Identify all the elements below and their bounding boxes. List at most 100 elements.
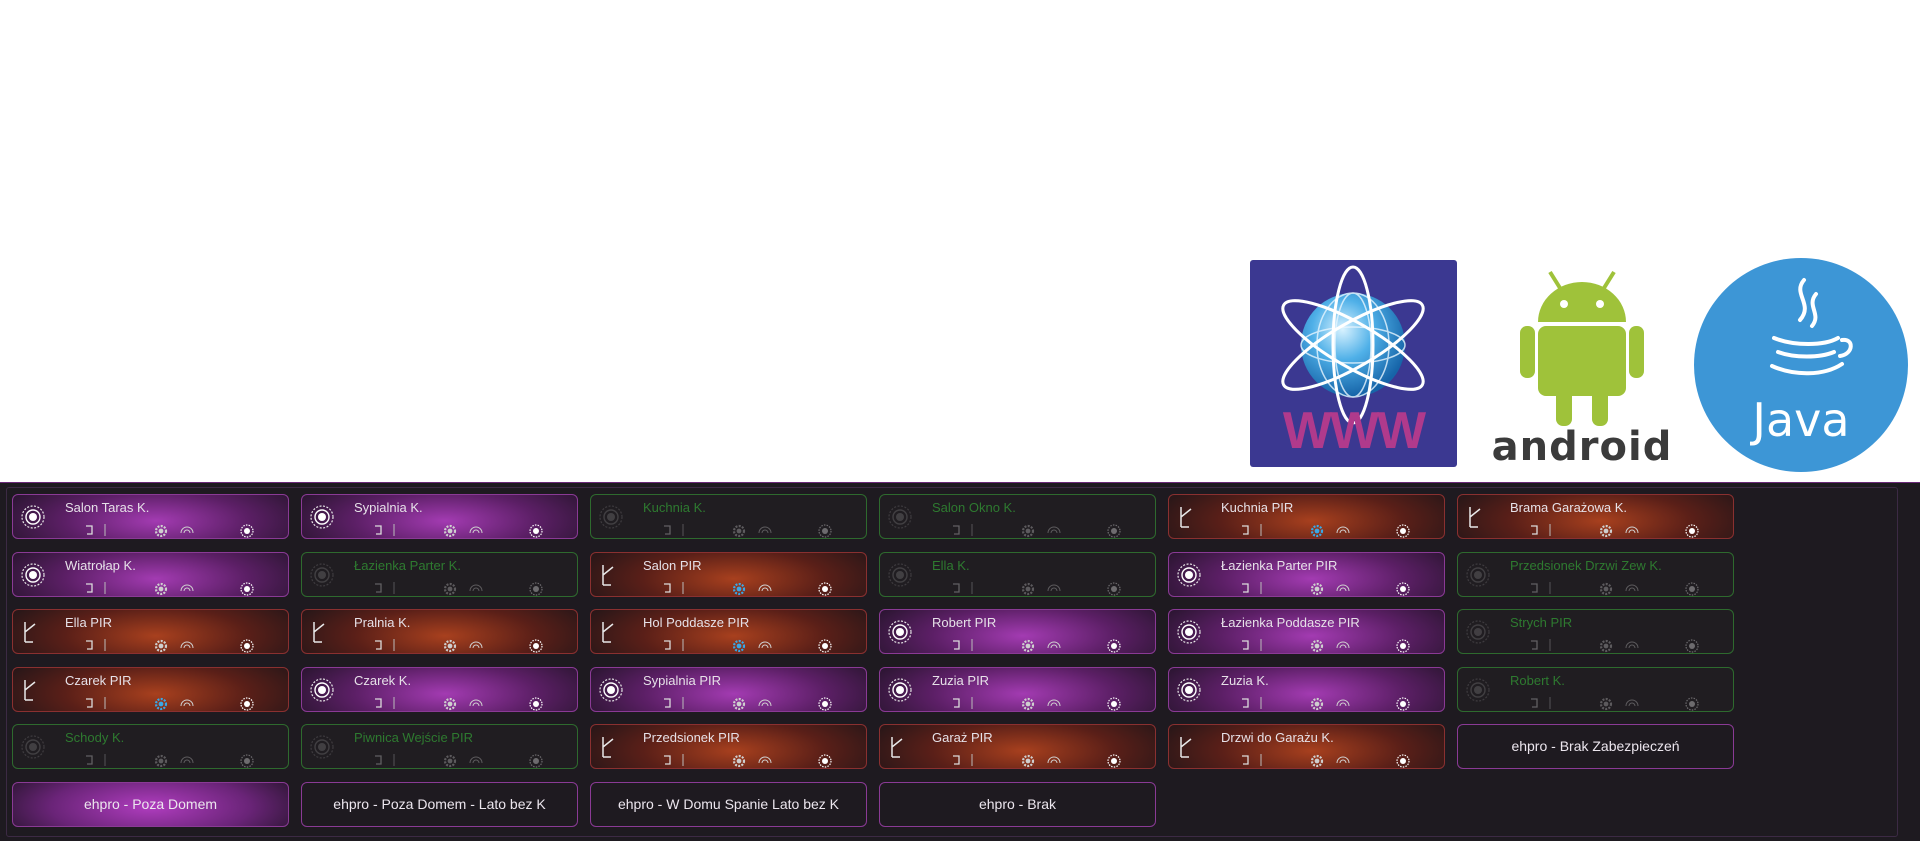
sensor-tile[interactable]: Salon PIR [590,552,867,597]
sensor-controls[interactable] [1528,520,1728,538]
sensor-tile[interactable]: Sypialnia K. [301,494,578,539]
sensor-label: Czarek K. [354,673,412,688]
sensor-controls[interactable] [1528,635,1728,653]
sensor-label: Kuchnia PIR [1221,500,1294,515]
pir-icon [1175,733,1203,761]
sensor-label: Salon Taras K. [65,500,150,515]
sensor-controls[interactable] [950,635,1150,653]
sensor-tile[interactable]: Strych PIR [1457,609,1734,654]
sensor-tile[interactable]: Robert PIR [879,609,1156,654]
sensor-controls[interactable] [1239,578,1439,596]
sensor-label: Łazienka Parter K. [354,558,461,573]
sensor-controls[interactable] [950,693,1150,711]
sensor-label: Czarek PIR [65,673,132,688]
sensor-controls[interactable] [372,635,572,653]
pir-icon [597,618,625,646]
sensor-tile[interactable]: Hol Poddasze PIR [590,609,867,654]
sensor-controls[interactable] [83,520,283,538]
sensor-label: Ella PIR [65,615,112,630]
sensor-label: Łazienka Poddasze PIR [1221,615,1360,630]
sensor-label: Pralnia K. [354,615,411,630]
sensor-tile[interactable]: Drzwi do Garażu K. [1168,724,1445,769]
mode-label: ehpro - Brak Zabezpieczeń [1511,738,1680,754]
sensor-tile[interactable]: Zuzia PIR [879,667,1156,712]
sensor-label: Wiatrołap K. [65,558,136,573]
sensor-tile[interactable]: Czarek PIR [12,667,289,712]
sensor-controls[interactable] [372,693,572,711]
sensor-label: Sypialnia K. [354,500,423,515]
sensor-tile[interactable]: Ella K. [879,552,1156,597]
sensor-controls[interactable] [372,750,572,768]
sensor-controls[interactable] [83,693,283,711]
sensor-round-icon [308,733,336,761]
sensor-tile[interactable]: Kuchnia PIR [1168,494,1445,539]
sensor-controls[interactable] [1239,520,1439,538]
sensor-label: Hol Poddasze PIR [643,615,750,630]
sensor-tile[interactable]: Salon Taras K. [12,494,289,539]
sensor-tile[interactable]: Czarek K. [301,667,578,712]
sensor-controls[interactable] [83,635,283,653]
www-text: WWW [1282,402,1426,460]
sensor-round-icon [1464,618,1492,646]
sensor-round-icon [1464,561,1492,589]
mode-button[interactable]: ehpro - Poza Domem [12,782,289,827]
mode-button[interactable]: ehpro - W Domu Spanie Lato bez K [590,782,867,827]
sensor-tile[interactable]: Piwnica Wejście PIR [301,724,578,769]
sensor-controls[interactable] [950,750,1150,768]
sensor-controls[interactable] [661,578,861,596]
mode-button[interactable]: ehpro - Poza Domem - Lato bez K [301,782,578,827]
sensor-controls[interactable] [950,520,1150,538]
sensor-round-icon [308,561,336,589]
sensor-tile[interactable]: Sypialnia PIR [590,667,867,712]
java-text: Java [1752,393,1850,447]
sensor-round-icon [1464,676,1492,704]
mode-button[interactable]: ehpro - Brak Zabezpieczeń [1457,724,1734,769]
sensor-controls[interactable] [1239,750,1439,768]
sensor-tile[interactable]: Pralnia K. [301,609,578,654]
sensor-tile[interactable]: Ella PIR [12,609,289,654]
sensor-controls[interactable] [1239,635,1439,653]
mode-button[interactable]: ehpro - Brak [879,782,1156,827]
sensor-controls[interactable] [372,520,572,538]
sensor-controls[interactable] [83,578,283,596]
sensor-controls[interactable] [661,750,861,768]
sensor-controls[interactable] [372,578,572,596]
pir-icon [19,618,47,646]
sensor-label: Piwnica Wejście PIR [354,730,473,745]
sensor-tile[interactable]: Łazienka Parter PIR [1168,552,1445,597]
sensor-tile[interactable]: Łazienka Poddasze PIR [1168,609,1445,654]
sensor-tile[interactable]: Schody K. [12,724,289,769]
sensor-tile[interactable]: Garaż PIR [879,724,1156,769]
pir-icon [308,618,336,646]
sensor-controls[interactable] [950,578,1150,596]
pir-icon [597,561,625,589]
android-text: android [1491,424,1673,470]
sensor-label: Salon PIR [643,558,702,573]
sensor-controls[interactable] [661,520,861,538]
sensor-tile[interactable]: Łazienka Parter K. [301,552,578,597]
sensor-label: Zuzia PIR [932,673,990,688]
sensor-tile[interactable]: Wiatrołap K. [12,552,289,597]
pir-icon [1175,503,1203,531]
sensor-tile[interactable]: Przedsionek PIR [590,724,867,769]
sensor-tile[interactable]: Salon Okno K. [879,494,1156,539]
sensor-controls[interactable] [83,750,283,768]
sensor-controls[interactable] [1528,578,1728,596]
sensor-controls[interactable] [1239,693,1439,711]
sensor-round-icon [1175,618,1203,646]
www-logo: WWW [1250,260,1457,467]
sensor-tile[interactable]: Kuchnia K. [590,494,867,539]
mode-label: ehpro - Poza Domem [83,796,218,812]
sensor-controls[interactable] [661,693,861,711]
mode-label: ehpro - Brak [978,796,1057,812]
sensor-label: Ella K. [932,558,970,573]
sensor-label: Garaż PIR [932,730,993,745]
sensor-tile[interactable]: Robert K. [1457,667,1734,712]
sensor-tile[interactable]: Brama Garażowa K. [1457,494,1734,539]
sensor-tile[interactable]: Przedsionek Drzwi Zew K. [1457,552,1734,597]
sensor-label: Zuzia K. [1221,673,1269,688]
sensor-label: Sypialnia PIR [643,673,722,688]
sensor-controls[interactable] [1528,693,1728,711]
sensor-controls[interactable] [661,635,861,653]
sensor-tile[interactable]: Zuzia K. [1168,667,1445,712]
